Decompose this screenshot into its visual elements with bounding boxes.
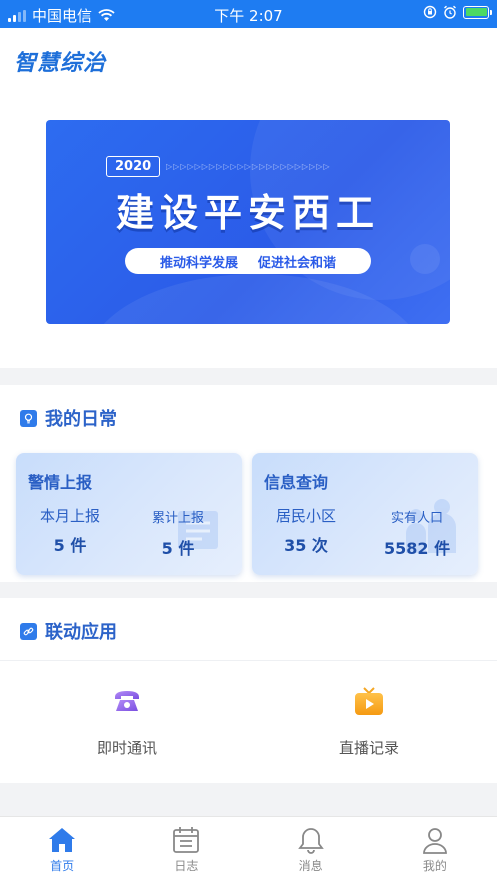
tab-log-label: 日志 [174, 859, 199, 873]
link-icon [20, 622, 37, 640]
status-bar: 中国电信 下午 2:07 [0, 0, 497, 28]
tab-home-label: 首页 [50, 859, 75, 873]
bell-icon [297, 828, 324, 854]
banner-slogan-left: 推动科学发展 [159, 255, 238, 271]
calendar-icon [173, 827, 200, 853]
monthly-report-stat: 本月上报 5 件 [40, 505, 100, 556]
tab-bar: 首页 日志 消息 我的 [0, 816, 497, 883]
app-title: 智慧综治 [14, 51, 107, 76]
rotation-lock-icon [423, 5, 437, 19]
total-report-value: 5 件 [161, 539, 195, 558]
tab-messages-label: 消息 [298, 859, 323, 873]
total-report-stat: 累计上报 5 件 [152, 505, 204, 559]
battery-icon [463, 5, 492, 19]
app-header: 智慧综治 2020 ▷▷▷▷▷▷▷▷▷▷▷▷▷▷▷▷▷▷▷▷▷▷▷ 建设平安西工… [0, 28, 497, 368]
residential-value: 35 次 [284, 536, 328, 555]
info-query-card[interactable]: 信息查询 居民小区 35 次 实有人口 5582 件 [252, 453, 478, 575]
tab-home[interactable]: 首页 [0, 817, 124, 883]
divider [0, 660, 497, 661]
population-label: 实有人口 [391, 511, 444, 526]
home-icon [49, 828, 76, 852]
monthly-report-label: 本月上报 [40, 507, 101, 525]
linkage-heading-label: 联动应用 [45, 622, 117, 643]
alarm-icon [444, 5, 456, 19]
instant-message-button[interactable]: 即时通讯 [67, 685, 187, 758]
instant-message-label: 即时通讯 [96, 739, 157, 757]
monthly-report-value: 5 件 [53, 536, 87, 555]
linkage-section: 联动应用 即时通讯 直播记录 [0, 598, 497, 783]
daily-section: 我的日常 警情上报 本月上报 5 件 累计上报 5 件 信息查询 居民小区 35… [0, 385, 497, 582]
tab-mine[interactable]: 我的 [373, 817, 497, 883]
tab-messages[interactable]: 消息 [249, 817, 373, 883]
banner-slogan-right: 促进社会和谐 [258, 255, 337, 271]
police-report-card[interactable]: 警情上报 本月上报 5 件 累计上报 5 件 [16, 453, 242, 575]
live-record-label: 直播记录 [338, 739, 399, 757]
user-icon [422, 828, 447, 854]
banner-arrows-decoration: ▷▷▷▷▷▷▷▷▷▷▷▷▷▷▷▷▷▷▷▷▷▷▷ [166, 162, 331, 171]
tab-log[interactable]: 日志 [124, 817, 248, 883]
population-value: 5582 件 [384, 539, 451, 558]
live-record-button[interactable]: 直播记录 [309, 685, 429, 758]
population-stat: 实有人口 5582 件 [384, 505, 450, 559]
linkage-heading: 联动应用 [20, 618, 117, 644]
banner-slogan: 推动科学发展 促进社会和谐 [125, 248, 371, 274]
police-report-title: 警情上报 [28, 473, 93, 492]
daily-heading: 我的日常 [20, 405, 117, 431]
daily-heading-label: 我的日常 [45, 409, 117, 430]
banner-title: 建设平安西工 [115, 191, 380, 235]
residential-label: 居民小区 [276, 507, 337, 525]
tab-mine-label: 我的 [422, 859, 447, 873]
residential-stat: 居民小区 35 次 [276, 505, 336, 556]
tv-play-icon [355, 687, 383, 715]
info-query-title: 信息查询 [264, 473, 329, 492]
banner[interactable]: 2020 ▷▷▷▷▷▷▷▷▷▷▷▷▷▷▷▷▷▷▷▷▷▷▷ 建设平安西工 推动科学… [46, 120, 450, 324]
banner-year: 2020 [106, 156, 161, 177]
lightbulb-icon [20, 409, 37, 427]
total-report-label: 累计上报 [152, 511, 205, 526]
telephone-icon [115, 691, 139, 711]
